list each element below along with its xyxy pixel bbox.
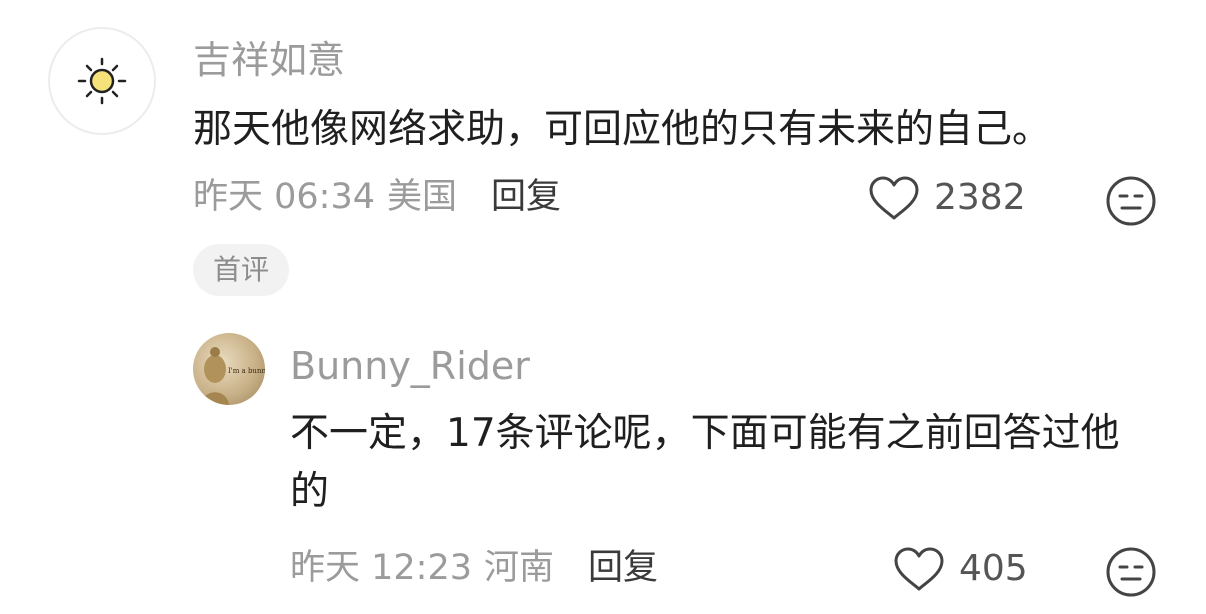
reply-location: 河南 xyxy=(484,548,555,588)
heart-outline-icon xyxy=(869,176,919,220)
first-comment-badge: 首评 xyxy=(193,244,290,296)
reply-username[interactable]: Bunny_Rider xyxy=(290,344,530,388)
comment-time: 昨天 06:34 xyxy=(193,177,375,217)
like-count: 405 xyxy=(959,548,1028,589)
dislike-button[interactable] xyxy=(1105,175,1157,231)
dislike-button[interactable] xyxy=(1105,546,1157,602)
reply-button[interactable]: 回复 xyxy=(491,175,561,219)
reply-button[interactable]: 回复 xyxy=(588,546,658,590)
avatar[interactable]: I'm a bunny xyxy=(193,333,265,405)
comment-text: 那天他像网络求助，可回应他的只有未来的自己。 xyxy=(193,107,1052,152)
avatar[interactable] xyxy=(48,27,156,135)
reply-time: 昨天 12:23 xyxy=(290,548,472,588)
heart-outline-icon xyxy=(894,547,944,591)
like-button[interactable]: 2382 xyxy=(868,175,1026,221)
meh-face-icon xyxy=(1106,176,1156,226)
comment-username[interactable]: 吉祥如意 xyxy=(193,38,345,82)
reply-meta: 昨天 12:23 河南 回复 xyxy=(290,546,658,590)
like-button[interactable]: 405 xyxy=(893,546,1028,592)
sun-icon xyxy=(77,57,127,105)
buddha-statue-icon: I'm a bunny xyxy=(201,347,265,405)
comment-meta: 昨天 06:34 美国 回复 xyxy=(193,175,561,219)
meh-face-icon xyxy=(1106,547,1156,597)
avatar-caption: I'm a bunny xyxy=(228,367,265,375)
reply-text: 不一定，17条评论呢，下面可能有之前回答过他的 xyxy=(290,411,1120,514)
like-count: 2382 xyxy=(934,177,1026,218)
comment-location: 美国 xyxy=(387,177,458,217)
